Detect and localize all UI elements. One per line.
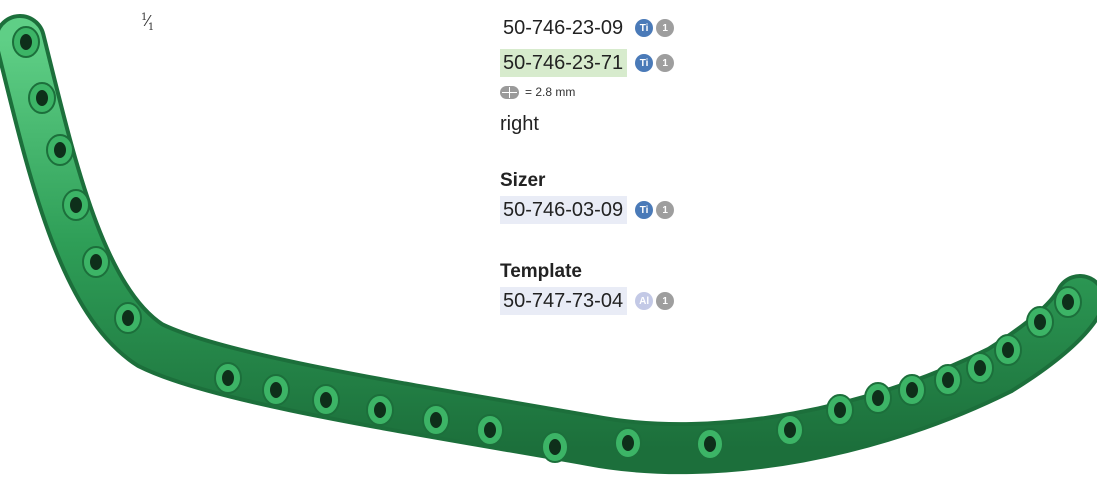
screw-hole: [974, 360, 986, 376]
screw-hole: [784, 422, 796, 438]
titanium-badge: Ti: [635, 201, 654, 219]
article-row: 50-746-23-09 Ti 1: [500, 14, 900, 42]
sizer-article-number[interactable]: 50-746-03-09: [500, 196, 628, 224]
quantity-badge: 1: [656, 19, 675, 37]
screw-hole: [484, 422, 496, 438]
aluminium-badge: Al: [635, 292, 654, 310]
template-row: 50-747-73-04 Al 1: [500, 287, 900, 315]
screw-hole: [122, 310, 134, 326]
article-info: 50-746-23-09 Ti 1 50-746-23-71 Ti 1 = 2.…: [500, 14, 900, 322]
quantity-badge: 1: [656, 292, 675, 310]
quantity-badge: 1: [656, 54, 675, 72]
screw-hole: [222, 370, 234, 386]
screw-hole: [942, 372, 954, 388]
screw-hole: [374, 402, 386, 418]
article-number[interactable]: 50-746-23-09: [500, 14, 627, 42]
screw-hole: [1034, 314, 1046, 330]
titanium-badge: Ti: [635, 54, 654, 72]
screw-hole: [549, 439, 561, 455]
sizer-row: 50-746-03-09 Ti 1: [500, 196, 900, 224]
screw-hole: [622, 435, 634, 451]
screw-hole: [906, 382, 918, 398]
article-row: 50-746-23-71 Ti 1: [500, 49, 900, 77]
titanium-badge: Ti: [635, 19, 654, 37]
screw-hole: [430, 412, 442, 428]
side-label: right: [500, 113, 539, 135]
screw-hole: [1062, 294, 1074, 310]
plate-thickness-icon: [500, 85, 519, 99]
screw-hole: [20, 34, 32, 50]
screw-hole: [320, 392, 332, 408]
sizer-heading: Sizer: [500, 170, 546, 191]
thickness-value: = 2.8 mm: [525, 85, 576, 99]
screw-hole: [70, 197, 82, 213]
screw-hole: [36, 90, 48, 106]
screw-hole: [872, 390, 884, 406]
article-number-highlighted[interactable]: 50-746-23-71: [500, 49, 628, 77]
screw-hole: [270, 382, 282, 398]
screw-hole: [834, 402, 846, 418]
template-article-number[interactable]: 50-747-73-04: [500, 287, 628, 315]
quantity-badge: 1: [656, 201, 675, 219]
screw-hole: [704, 436, 716, 452]
template-heading: Template: [500, 261, 583, 282]
thickness-row: = 2.8 mm: [500, 82, 900, 102]
screw-hole: [90, 254, 102, 270]
screw-hole: [54, 142, 66, 158]
screw-hole: [1002, 342, 1014, 358]
